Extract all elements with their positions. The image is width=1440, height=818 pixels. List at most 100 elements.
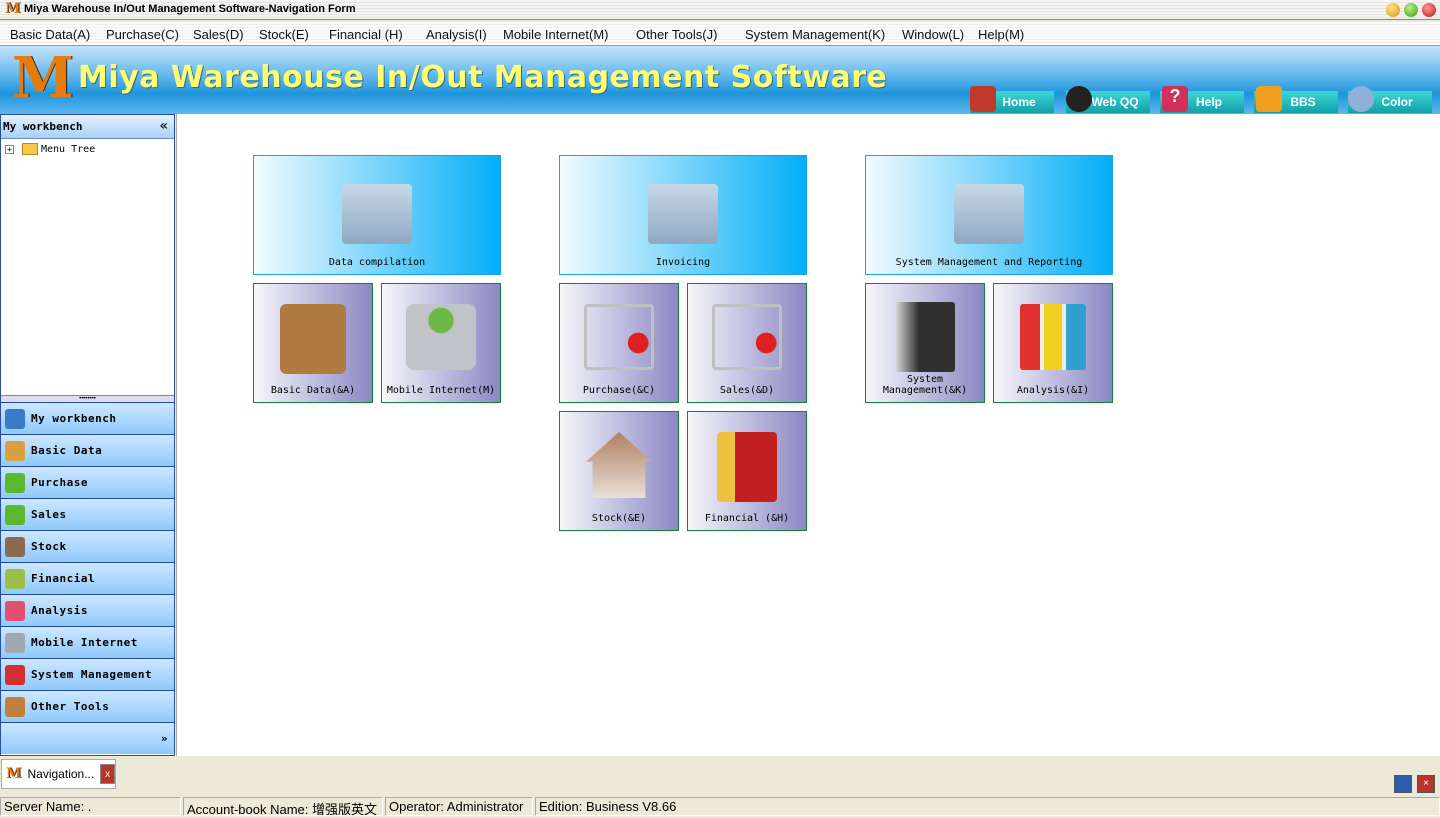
help-label: Help xyxy=(1195,95,1222,109)
menu-mobile-internet[interactable]: Mobile Internet(M) xyxy=(503,27,608,42)
close-tab-button[interactable]: x xyxy=(100,764,115,784)
group-invoicing[interactable]: Invoicing xyxy=(559,155,807,275)
tile-analysis[interactable]: Analysis(&I) xyxy=(993,283,1113,403)
menu-purchase[interactable]: Purchase(C) xyxy=(106,27,179,42)
group-data-compilation[interactable]: Data compilation xyxy=(253,155,501,275)
navigation-panel: Data compilation Invoicing System Manage… xyxy=(176,114,1440,756)
tile-label: Purchase(&C) xyxy=(582,385,656,396)
folder-icon xyxy=(5,440,25,461)
palette-icon xyxy=(1348,86,1374,112)
home-label: Home xyxy=(1002,95,1036,109)
tab-label: Navigation... xyxy=(27,767,95,781)
close-window-button[interactable]: × xyxy=(1417,775,1435,793)
expand-icon[interactable]: + xyxy=(5,144,14,154)
nav-label: System Management xyxy=(31,668,153,681)
sidebar-title: My workbench xyxy=(3,120,83,133)
cart-add-icon xyxy=(712,304,782,370)
menu-other-tools[interactable]: Other Tools(J) xyxy=(636,27,717,42)
status-bar: Server Name: . Account-book Name: 增强版英文 … xyxy=(0,797,1440,817)
tile-label: Financial (&H) xyxy=(704,513,790,524)
nav-other-tools[interactable]: Other Tools xyxy=(1,691,174,723)
menu-window[interactable]: Window(L) xyxy=(902,27,964,42)
workbench-icon xyxy=(5,408,25,429)
bar-chart-icon xyxy=(5,600,25,621)
tile-financial[interactable]: Financial (&H) xyxy=(687,411,807,531)
nav-label: Mobile Internet xyxy=(31,636,138,649)
drive-icon xyxy=(5,632,25,653)
nav-label: Purchase xyxy=(31,476,88,489)
menu-help[interactable]: Help(M) xyxy=(978,27,1024,42)
minimize-button[interactable] xyxy=(1386,3,1400,17)
bbs-label: BBS xyxy=(1290,95,1316,109)
cart-add-icon xyxy=(5,504,25,525)
sidebar: My workbench « + Menu Tree •••••••• My w… xyxy=(0,114,175,756)
maximize-button[interactable] xyxy=(1404,3,1418,17)
tile-basic-data[interactable]: Basic Data(&A) xyxy=(253,283,373,403)
menu-stock[interactable]: Stock(E) xyxy=(259,27,309,42)
nav-system-management[interactable]: System Management xyxy=(1,659,174,691)
menu-financial[interactable]: Financial (H) xyxy=(329,27,403,42)
brand-logo-icon: M xyxy=(12,45,74,111)
nav-mobile-internet[interactable]: Mobile Internet xyxy=(1,627,174,659)
safe-money-icon xyxy=(717,432,777,502)
nav-stock[interactable]: Stock xyxy=(1,531,174,563)
penguin-icon xyxy=(1066,86,1092,112)
tree-panel xyxy=(1,159,174,395)
binders-icon xyxy=(280,304,346,374)
app-logo-icon: M xyxy=(6,766,22,782)
people-icon xyxy=(1256,86,1282,112)
title-bar: M Miya Warehouse In/Out Management Softw… xyxy=(0,0,1440,20)
toolbox-icon xyxy=(5,664,25,685)
expand-nav-button[interactable]: » xyxy=(1,723,174,754)
cart-download-icon xyxy=(584,304,654,370)
document-tabs: M Navigation... x × xyxy=(0,757,1440,795)
tab-navigation[interactable]: M Navigation... x xyxy=(1,759,116,789)
tile-system-management[interactable]: System Management(&K) xyxy=(865,283,985,403)
tools-icon xyxy=(5,696,25,717)
color-label: Color xyxy=(1381,95,1413,109)
nav-analysis[interactable]: Analysis xyxy=(1,595,174,627)
status-edition: Edition: Business V8.66 xyxy=(535,797,1440,816)
tile-mobile-internet[interactable]: Mobile Internet(M) xyxy=(381,283,501,403)
menu-sales[interactable]: Sales(D) xyxy=(193,27,244,42)
nav-label: Other Tools xyxy=(31,700,110,713)
nav-my-workbench[interactable]: My workbench xyxy=(1,403,174,435)
tile-label: Sales(&D) xyxy=(719,385,775,396)
group-system-management-reporting[interactable]: System Management and Reporting xyxy=(865,155,1113,275)
tree-node-menu-tree[interactable]: + Menu Tree xyxy=(1,139,174,159)
status-server-name: Server Name: . xyxy=(0,797,181,816)
folder-box-icon xyxy=(648,184,718,244)
home-icon xyxy=(970,86,996,112)
house-icon xyxy=(586,432,652,498)
collapse-sidebar-button[interactable]: « xyxy=(160,118,168,134)
drive-icon xyxy=(406,304,476,370)
nav-sales[interactable]: Sales xyxy=(1,499,174,531)
tile-sales[interactable]: Sales(&D) xyxy=(687,283,807,403)
close-button[interactable] xyxy=(1422,3,1436,17)
menu-bar: Basic Data(A) Purchase(C) Sales(D) Stock… xyxy=(0,22,1440,46)
tile-purchase[interactable]: Purchase(&C) xyxy=(559,283,679,403)
tree-label: Menu Tree xyxy=(41,143,96,155)
nav-label: My workbench xyxy=(31,412,117,425)
sidebar-header: My workbench « xyxy=(1,115,174,139)
menu-basic-data[interactable]: Basic Data(A) xyxy=(10,27,90,42)
nav-purchase[interactable]: Purchase xyxy=(1,467,174,499)
tile-label: Basic Data(&A) xyxy=(270,385,356,396)
status-account-book: Account-book Name: 增强版英文 xyxy=(183,797,383,817)
tile-label: System Management and Reporting xyxy=(895,257,1083,268)
menu-system-management[interactable]: System Management(K) xyxy=(745,27,885,42)
house-icon xyxy=(5,536,25,557)
server-toolbox-icon xyxy=(895,302,955,372)
tile-label: Stock(&E) xyxy=(591,513,647,524)
tile-stock[interactable]: Stock(&E) xyxy=(559,411,679,531)
nav-label: Financial xyxy=(31,572,96,585)
restore-window-button[interactable] xyxy=(1394,775,1412,793)
nav-financial[interactable]: Financial xyxy=(1,563,174,595)
menu-analysis[interactable]: Analysis(I) xyxy=(426,27,487,42)
folder-icon xyxy=(22,143,38,155)
nav-basic-data[interactable]: Basic Data xyxy=(1,435,174,467)
splitter-handle[interactable]: •••••••• xyxy=(1,395,174,403)
nav-label: Analysis xyxy=(31,604,88,617)
tile-label: Mobile Internet(M) xyxy=(386,385,496,396)
chevron-right-icon[interactable]: » xyxy=(161,732,168,745)
